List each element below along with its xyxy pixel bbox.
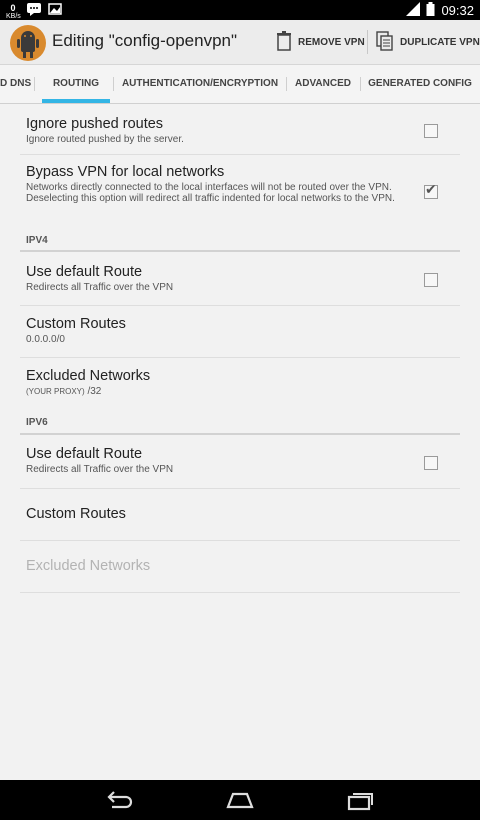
chat-notification-icon	[26, 2, 42, 21]
network-speed-indicator: 0 KB/s	[6, 2, 21, 20]
divider	[20, 540, 460, 541]
pref-title: Ignore pushed routes	[26, 116, 164, 132]
pref-title: Use default Route	[26, 264, 143, 280]
trash-icon	[276, 30, 292, 54]
subnet-suffix: /32	[87, 386, 102, 397]
proxy-placeholder: (YOUR PROXY)	[26, 387, 85, 396]
tab-separator	[113, 77, 114, 91]
pref-title: Bypass VPN for local networks	[26, 164, 225, 180]
tab-authentication-encryption[interactable]: AUTHENTICATION/ENCRYPTION	[117, 65, 283, 103]
bypass-local-networks-checkbox[interactable]: ✔	[424, 181, 438, 199]
duplicate-vpn-label: DUPLICATE VPN	[400, 36, 480, 48]
navigation-bar	[0, 780, 480, 820]
pref-ipv4-custom-routes[interactable]: Custom Routes 0.0.0.0/0	[26, 316, 436, 345]
pref-summary: (YOUR PROXY) /32	[26, 386, 436, 397]
home-button[interactable]	[225, 788, 255, 812]
page-title: Editing "config-openvpn"	[52, 31, 238, 50]
status-right: 09:32	[406, 2, 474, 19]
clock: 09:32	[441, 3, 474, 18]
image-notification-icon	[48, 2, 62, 21]
category-divider	[20, 250, 460, 252]
pref-summary: Redirects all Traffic over the VPN	[26, 464, 174, 475]
pref-ipv6-default-route[interactable]: Use default Route Redirects all Traffic …	[26, 446, 436, 475]
tab-separator	[34, 77, 35, 91]
ignore-pushed-routes-checkbox[interactable]	[424, 124, 438, 138]
signal-icon	[406, 2, 421, 19]
pref-bypass-local-networks[interactable]: Bypass VPN for local networks Networks d…	[26, 164, 408, 204]
action-bar: Editing "config-openvpn" REMOVE VPN DUPL…	[0, 20, 480, 65]
divider	[20, 592, 460, 593]
duplicate-vpn-button[interactable]: DUPLICATE VPN	[376, 20, 480, 64]
tab-strip: D DNS ROUTING AUTHENTICATION/ENCRYPTION …	[0, 65, 480, 104]
pref-summary: Ignore routed pushed by the server.	[26, 134, 184, 145]
pref-summary: 0.0.0.0/0	[26, 334, 65, 345]
pref-ipv4-default-route[interactable]: Use default Route Redirects all Traffic …	[26, 264, 436, 293]
back-icon	[107, 791, 133, 809]
pref-title: Excluded Networks	[26, 558, 151, 574]
category-ipv4: IPV4	[26, 235, 48, 246]
category-ipv6: IPV6	[26, 417, 48, 428]
pref-title: Custom Routes	[26, 506, 126, 522]
pref-ipv6-custom-routes[interactable]: Custom Routes	[26, 506, 436, 522]
pref-summary: Redirects all Traffic over the VPN	[26, 282, 174, 293]
back-button[interactable]	[104, 788, 134, 812]
remove-vpn-button[interactable]: REMOVE VPN	[276, 20, 365, 64]
status-bar: 0 KB/s 09:32	[0, 0, 480, 20]
pref-title: Use default Route	[26, 446, 143, 462]
recents-button[interactable]	[346, 788, 376, 812]
battery-icon	[426, 2, 435, 19]
tab-separator	[360, 77, 361, 91]
divider	[20, 305, 460, 306]
action-separator	[367, 30, 368, 54]
recents-icon	[347, 793, 373, 811]
divider	[20, 154, 460, 155]
network-speed-unit: KB/s	[6, 12, 21, 20]
tab-routing[interactable]: ROUTING	[42, 65, 110, 103]
pref-ipv6-excluded-networks: Excluded Networks	[26, 558, 436, 574]
tab-generated-config[interactable]: GENERATED CONFIG	[366, 65, 474, 103]
ipv4-default-route-checkbox[interactable]	[424, 273, 438, 287]
pref-title: Custom Routes	[26, 316, 126, 332]
status-left: 0 KB/s	[6, 2, 62, 21]
app-logo-icon[interactable]	[10, 25, 46, 61]
checkmark-icon: ✔	[425, 181, 437, 197]
duplicate-icon	[376, 30, 394, 54]
category-divider	[20, 433, 460, 435]
home-icon	[226, 792, 254, 809]
tab-separator	[286, 77, 287, 91]
tab-dns[interactable]: D DNS	[0, 65, 31, 103]
network-speed-value: 0	[10, 2, 16, 13]
divider	[20, 357, 460, 358]
tab-advanced[interactable]: ADVANCED	[290, 65, 356, 103]
divider	[20, 488, 460, 489]
pref-title: Excluded Networks	[26, 368, 151, 384]
pref-ignore-pushed-routes[interactable]: Ignore pushed routes Ignore routed pushe…	[26, 116, 436, 145]
ipv6-default-route-checkbox[interactable]	[424, 456, 438, 470]
routing-settings: Ignore pushed routes Ignore routed pushe…	[0, 104, 480, 780]
pref-summary: Networks directly connected to the local…	[26, 182, 395, 204]
remove-vpn-label: REMOVE VPN	[298, 36, 365, 48]
pref-ipv4-excluded-networks[interactable]: Excluded Networks (YOUR PROXY) /32	[26, 368, 436, 397]
